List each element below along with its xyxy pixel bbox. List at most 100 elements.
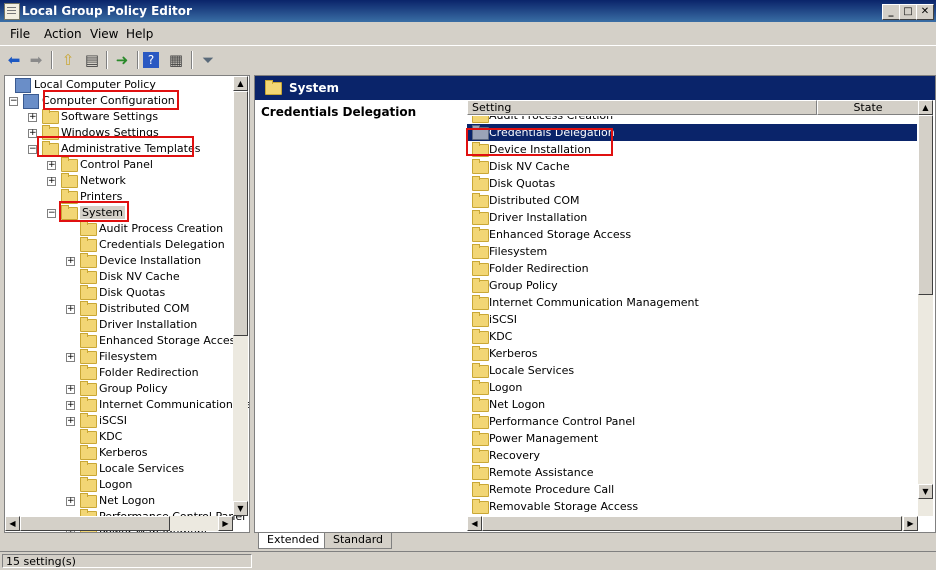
toolbar-separator [191,51,193,69]
list-hscroll-thumb[interactable] [482,516,902,531]
list-item[interactable]: Audit Process Creation [467,116,917,124]
list-item[interactable]: Internet Communication Management [467,294,917,311]
list-item[interactable]: Filesystem [467,243,917,260]
tab-standard[interactable]: Standard [324,533,393,549]
minimize-button[interactable]: _ [882,4,900,20]
list-item[interactable]: Driver Installation [467,209,917,226]
tree-item-label: Locale Services [99,462,185,475]
folder-icon [472,312,489,327]
list-item[interactable]: Power Management [467,430,917,447]
list-item-label: Disk Quotas [489,177,556,190]
list-item[interactable]: Enhanced Storage Access [467,226,917,243]
tree-item-label: Group Policy [99,382,168,395]
window-title: Local Group Policy Editor [22,4,192,18]
expand-icon[interactable]: + [66,305,75,314]
list-item[interactable]: Locale Services [467,362,917,379]
scroll-up-arrow-icon[interactable]: ▲ [918,100,933,115]
list-item[interactable]: Folder Redirection [467,260,917,277]
tree-scroll-thumb[interactable] [233,91,248,336]
list-item[interactable]: Logon [467,379,917,396]
list-item-label: Enhanced Storage Access [489,228,632,241]
list-item[interactable]: Disk NV Cache [467,158,917,175]
status-bar: 15 setting(s) [0,551,936,570]
collapse-icon[interactable]: − [47,209,56,218]
tree-hscroll-thumb[interactable] [20,516,170,531]
list-horizontal-scrollbar[interactable]: ◀ ▶ [467,516,918,531]
tree-item-label: Distributed COM [99,302,190,315]
scroll-up-arrow-icon[interactable]: ▲ [233,76,248,91]
up-folder-icon[interactable]: ⇧ [58,50,78,70]
tab-extended[interactable]: Extended [258,533,329,549]
scroll-down-arrow-icon[interactable]: ▼ [918,484,933,499]
list-item[interactable]: Remote Procedure Call [467,481,917,498]
expand-icon[interactable]: + [28,129,37,138]
filter-icon[interactable]: ⏷ [198,50,218,70]
list-scroll-thumb[interactable] [918,115,933,295]
menu-view[interactable]: View [90,27,118,41]
list-item[interactable]: Recovery [467,447,917,464]
scroll-down-arrow-icon[interactable]: ▼ [233,501,248,516]
expand-icon[interactable]: + [66,497,75,506]
expand-icon[interactable]: + [47,161,56,170]
column-header-state[interactable]: State [817,100,919,115]
folder-icon [61,157,78,172]
collapse-icon[interactable]: − [28,145,37,154]
column-header-setting[interactable]: Setting [467,100,817,115]
list-item-label: KDC [489,330,513,343]
scroll-right-arrow-icon[interactable]: ▶ [218,516,233,531]
list-item[interactable]: iSCSI [467,311,917,328]
folder-icon [80,397,97,412]
maximize-button[interactable]: □ [899,4,917,20]
menu-file[interactable]: File [10,27,30,41]
folder-icon [80,445,97,460]
expand-icon[interactable]: + [66,401,75,410]
tree-item-label: iSCSI [99,414,127,427]
folder-icon [472,227,489,242]
menu-bar: File Action View Help [0,22,936,44]
expand-icon[interactable]: + [28,113,37,122]
list-item-label: Kerberos [489,347,538,360]
tree-item-label: Enhanced Storage Access [99,334,242,347]
list-item[interactable]: Distributed COM [467,192,917,209]
scroll-left-arrow-icon[interactable]: ◀ [5,516,20,531]
tree-horizontal-scrollbar[interactable]: ◀ ▶ [5,516,233,531]
folder-icon [80,365,97,380]
tree-item-label: Logon [99,478,133,491]
list-item[interactable]: Group Policy [467,277,917,294]
show-hide-tree-icon[interactable]: ▤ [82,50,102,70]
menu-help[interactable]: Help [126,27,153,41]
menu-action[interactable]: Action [44,27,82,41]
list-item[interactable]: Removable Storage Access [467,498,917,515]
list-item[interactable]: KDC [467,328,917,345]
scroll-right-arrow-icon[interactable]: ▶ [903,516,918,531]
back-arrow-icon[interactable]: ⬅ [4,50,24,70]
export-list-icon[interactable]: ➜ [112,50,132,70]
tree-item-label: Disk Quotas [99,286,166,299]
folder-icon [80,237,97,252]
list-item-label: Remote Procedure Call [489,483,615,496]
help-icon[interactable]: ? [143,52,159,68]
tree-vertical-scrollbar[interactable]: ▲ ▼ [233,76,248,516]
close-button[interactable]: ✕ [916,4,934,20]
collapse-icon[interactable]: − [9,97,18,106]
list-item[interactable]: Disk Quotas [467,175,917,192]
list-item[interactable]: Kerberos [467,345,917,362]
list-item[interactable]: Remote Assistance [467,464,917,481]
title-bar: Local Group Policy Editor _ □ ✕ [0,0,936,22]
expand-icon[interactable]: + [66,385,75,394]
folder-icon [80,285,97,300]
expand-icon[interactable]: + [47,177,56,186]
highlight-system [59,201,129,222]
folder-icon [80,349,97,364]
folder-icon [472,380,489,395]
list-item[interactable]: Net Logon [467,396,917,413]
list-item[interactable]: Performance Control Panel [467,413,917,430]
properties-icon[interactable]: ▦ [166,50,186,70]
expand-icon[interactable]: + [66,257,75,266]
scroll-left-arrow-icon[interactable]: ◀ [467,516,482,531]
tree-item-label: Software Settings [61,110,159,123]
expand-icon[interactable]: + [66,417,75,426]
list-vertical-scrollbar[interactable]: ▲ ▼ [918,100,933,516]
expand-icon[interactable]: + [66,353,75,362]
forward-arrow-icon[interactable]: ➡ [26,50,46,70]
